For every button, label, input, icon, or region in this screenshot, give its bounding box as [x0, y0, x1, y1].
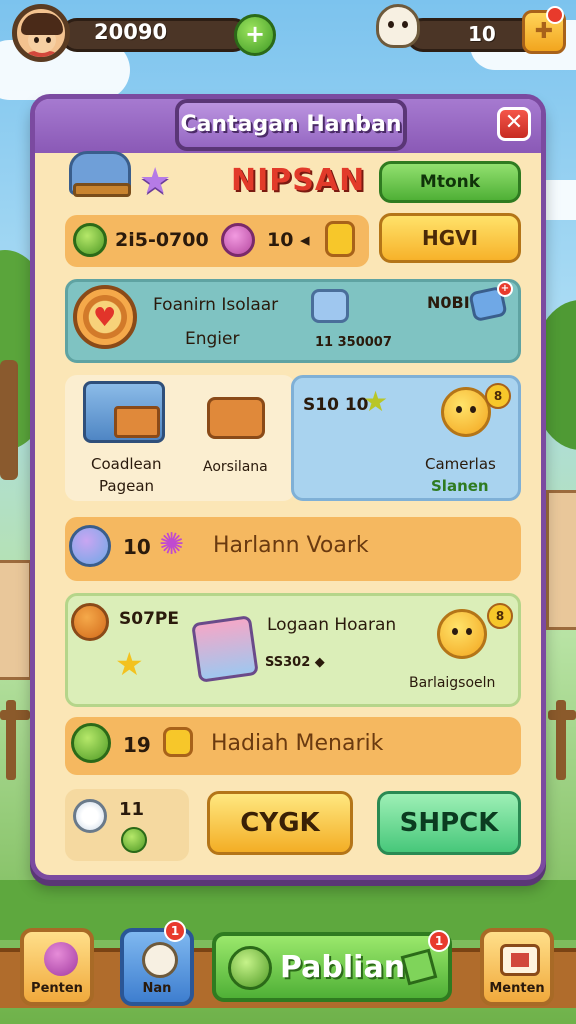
close-button[interactable]: ✕	[497, 107, 531, 141]
nav-tab-nan-badge: 1	[164, 920, 186, 942]
banner-2-count: 19	[123, 733, 151, 757]
flower-icon	[44, 942, 78, 976]
nav-tab-menten-label: Menten	[489, 981, 545, 996]
card-right-label-2: Slanen	[431, 477, 489, 495]
duck-character-icon	[437, 609, 487, 659]
card-left-label-2: Pagean	[99, 477, 155, 495]
nav-tab-penten-label: Penten	[31, 981, 83, 996]
shpck-button[interactable]: SHPCK	[377, 791, 521, 855]
add-coins-button[interactable]: +	[234, 14, 276, 56]
footer-count: 11	[119, 799, 145, 820]
mtonk-button[interactable]: Mtonk	[379, 161, 521, 203]
notification-dot	[546, 6, 564, 24]
gift-box-icon	[83, 381, 165, 443]
gem-currency-group: 10 ✚	[376, 4, 566, 60]
candy-icon	[221, 223, 255, 257]
info-line-2: Engier	[185, 329, 240, 349]
copper-coin-icon	[71, 603, 109, 641]
puzzle-piece-icon	[325, 221, 355, 257]
nav-tab-menten[interactable]: Menten	[480, 928, 554, 1006]
player-currency-group: 20090 +	[12, 4, 276, 62]
info-line-1: Foanirn Isolaar	[153, 295, 279, 315]
treasure-chest-icon	[69, 143, 139, 199]
reward-left-label: S07PE	[119, 609, 179, 629]
hero-title: NIPSAN	[231, 163, 366, 198]
gem-count: 10	[468, 22, 496, 46]
bottom-nav: Penten Nan 1 Pablian 1 Menten	[0, 918, 576, 1024]
hgvi-button[interactable]: HGVI	[379, 213, 521, 263]
nav-main-badge: 1	[428, 930, 450, 952]
card-left-label-3: Aorsilana	[203, 459, 268, 475]
banner-1-text: Harlann Voark	[213, 533, 369, 558]
magic-orb-icon	[69, 525, 111, 567]
banner-2-text: Hadiah Menarik	[211, 731, 384, 756]
main-panel: Cantagan Hanban ✕ ★ NIPSAN Mtonk 2i5-070…	[30, 94, 546, 880]
mascot-icon	[376, 4, 420, 48]
gold-star-icon: ★	[115, 645, 144, 683]
photo-card-icon	[311, 289, 349, 323]
resource-row	[65, 215, 369, 267]
reward-title: Logaan Hoaran	[267, 615, 397, 635]
ticket-icon	[400, 948, 438, 986]
resource-value-1: 2i5-0700	[115, 229, 209, 251]
banner-1-count: 10	[123, 535, 151, 559]
lime-icon	[228, 946, 272, 990]
cat-icon	[142, 942, 178, 978]
star-icon-small: ★	[363, 385, 389, 418]
info-value: 11 350007	[315, 335, 392, 350]
book-stack-icon	[191, 615, 259, 683]
splash-icon: ✺	[159, 527, 185, 562]
cygk-button[interactable]: CYGK	[207, 791, 353, 855]
card-right-count: S10 10	[303, 395, 369, 415]
reward-right-label: Barlaigsoeln	[409, 675, 496, 691]
small-leaf-icon	[121, 827, 147, 853]
reward-badge: 8	[487, 603, 513, 629]
resource-value-2: 10 ◂	[267, 229, 310, 251]
medal-icon	[73, 799, 107, 833]
card-left-label-1: Coadlean	[91, 455, 162, 473]
photo-frame-icon	[500, 944, 540, 976]
sun-character-icon	[441, 387, 491, 437]
nav-tab-nan[interactable]: Nan	[120, 928, 194, 1006]
coin-count: 20090	[94, 20, 168, 44]
crafting-table-icon	[207, 397, 265, 439]
green-gem-icon	[71, 723, 111, 763]
plus-icon: +	[244, 20, 266, 48]
panel-title: Cantagan Hanban	[175, 99, 407, 151]
compass-heart-icon: ♥	[73, 285, 137, 349]
yellow-puzzle-icon	[163, 727, 193, 757]
card-right-badge: 8	[485, 383, 511, 409]
star-icon: ★	[139, 161, 172, 202]
nav-tab-nan-label: Nan	[142, 981, 172, 996]
player-avatar[interactable]	[12, 4, 70, 62]
leaf-icon	[73, 223, 107, 257]
nav-tab-penten[interactable]: Penten	[20, 928, 94, 1006]
nav-main-label: Pablian	[280, 950, 406, 985]
card-right-label-1: Camerlas	[425, 455, 496, 473]
nav-main-pablian[interactable]: Pablian	[212, 932, 452, 1002]
info-badge-icon: +	[497, 281, 513, 297]
reward-value: SS302 ◆	[265, 655, 325, 670]
info-right-label: N0BI	[427, 293, 470, 312]
